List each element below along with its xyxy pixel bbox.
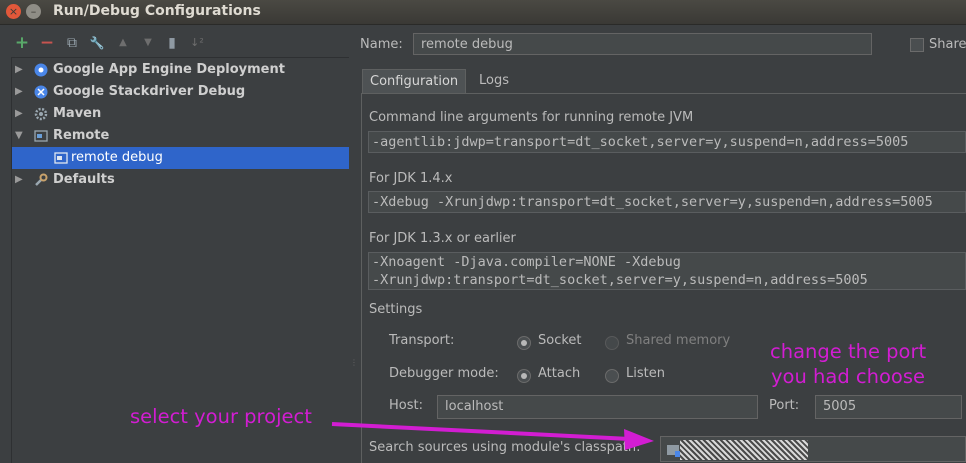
tab-logs[interactable]: Logs [472,69,516,93]
annotation-port-line2: you had choose [771,365,926,388]
settings-label: Settings [369,302,423,317]
host-label: Host: [389,398,423,413]
expand-arrow-icon[interactable]: ▶ [15,59,23,81]
mode-listen-radio[interactable] [605,369,619,383]
transport-socket-radio[interactable] [517,336,531,350]
port-input[interactable]: 5005 [815,395,962,419]
expand-arrow-icon[interactable]: ▶ [15,169,23,191]
transport-shared-radio[interactable] [605,336,619,350]
annotation-project: select your project [130,405,312,428]
tab-configuration[interactable]: Configuration [362,69,467,94]
folder-icon[interactable]: ▮ [163,34,181,52]
debugger-mode-label: Debugger mode: [389,366,499,381]
copy-icon[interactable]: ⧉ [63,34,81,52]
jdk13-line: -Xrunjdwp:transport=dt_socket,server=y,s… [372,272,868,288]
cmd-args-label: Command line arguments for running remot… [369,110,694,125]
tree-item-label: Google Stackdriver Debug [53,84,246,99]
cmd-args-field[interactable]: -agentlib:jdwp=transport=dt_socket,serve… [368,131,966,153]
window-title: Run/Debug Configurations [53,3,261,19]
name-input[interactable]: remote debug [413,33,872,55]
maven-gear-icon [34,107,48,121]
collapse-arrow-icon[interactable]: ▼ [15,125,23,147]
edit-defaults-icon[interactable]: 🔧 [88,34,106,52]
minimize-button[interactable]: – [26,4,41,19]
annotation-port-line1: change the port [770,340,927,363]
jdk13-field[interactable]: -Xnoagent -Djava.compiler=NONE -Xdebug -X… [368,252,966,290]
port-label: Port: [769,398,800,413]
tree-item-defaults[interactable]: ▶ Defaults [12,169,349,191]
remote-icon [34,130,48,142]
redacted-module-name [680,440,808,460]
transport-shared-label: Shared memory [626,333,731,348]
tree-item-label: Maven [53,106,102,121]
close-button[interactable]: × [6,4,21,19]
add-icon[interactable]: + [13,34,31,52]
stackdriver-icon [34,85,48,99]
tree-item-label: Remote [53,128,110,143]
sort-icon[interactable]: ↓² [188,34,206,52]
move-up-icon[interactable]: ▲ [114,34,132,52]
wrench-icon [35,173,48,186]
host-input[interactable]: localhost [437,395,758,419]
jdk13-label: For JDK 1.3.x or earlier [369,231,516,246]
tree-item-app-engine[interactable]: ▶ Google App Engine Deployment [12,59,349,81]
jdk13-line: -Xnoagent -Djava.compiler=NONE -Xdebug [372,254,681,270]
tree-item-label: Google App Engine Deployment [53,62,285,77]
share-label: Share [929,37,966,52]
tree-item-remote[interactable]: ▼ Remote [12,125,349,147]
remove-icon[interactable]: − [38,34,56,52]
app-engine-icon [34,63,48,77]
share-checkbox[interactable] [910,38,924,52]
title-bar: × – Run/Debug Configurations [0,0,966,25]
splitter-handle[interactable]: ⋮ [350,358,358,372]
move-down-icon[interactable]: ▼ [139,34,157,52]
transport-label: Transport: [389,333,455,348]
remote-config-icon [54,152,68,164]
annotation-arrow [331,422,654,450]
mode-attach-radio[interactable] [517,369,531,383]
transport-socket-label: Socket [538,333,582,348]
jdk14-label: For JDK 1.4.x [369,171,453,186]
configuration-tree: ▶ Google App Engine Deployment ▶ Google … [11,57,349,463]
name-label: Name: [360,37,403,52]
mode-listen-label: Listen [626,366,665,381]
mode-attach-label: Attach [538,366,581,381]
expand-arrow-icon[interactable]: ▶ [15,81,23,103]
tree-item-maven[interactable]: ▶ Maven [12,103,349,125]
tree-item-remote-debug[interactable]: remote debug [12,147,349,169]
tree-item-label: Defaults [53,172,115,187]
tree-item-stackdriver[interactable]: ▶ Google Stackdriver Debug [12,81,349,103]
tree-item-label: remote debug [71,150,163,165]
config-toolbar: + − ⧉ 🔧 ▲ ▼ ▮ ↓² [0,32,350,56]
jdk14-field[interactable]: -Xdebug -Xrunjdwp:transport=dt_socket,se… [368,191,966,213]
expand-arrow-icon[interactable]: ▶ [15,103,23,125]
